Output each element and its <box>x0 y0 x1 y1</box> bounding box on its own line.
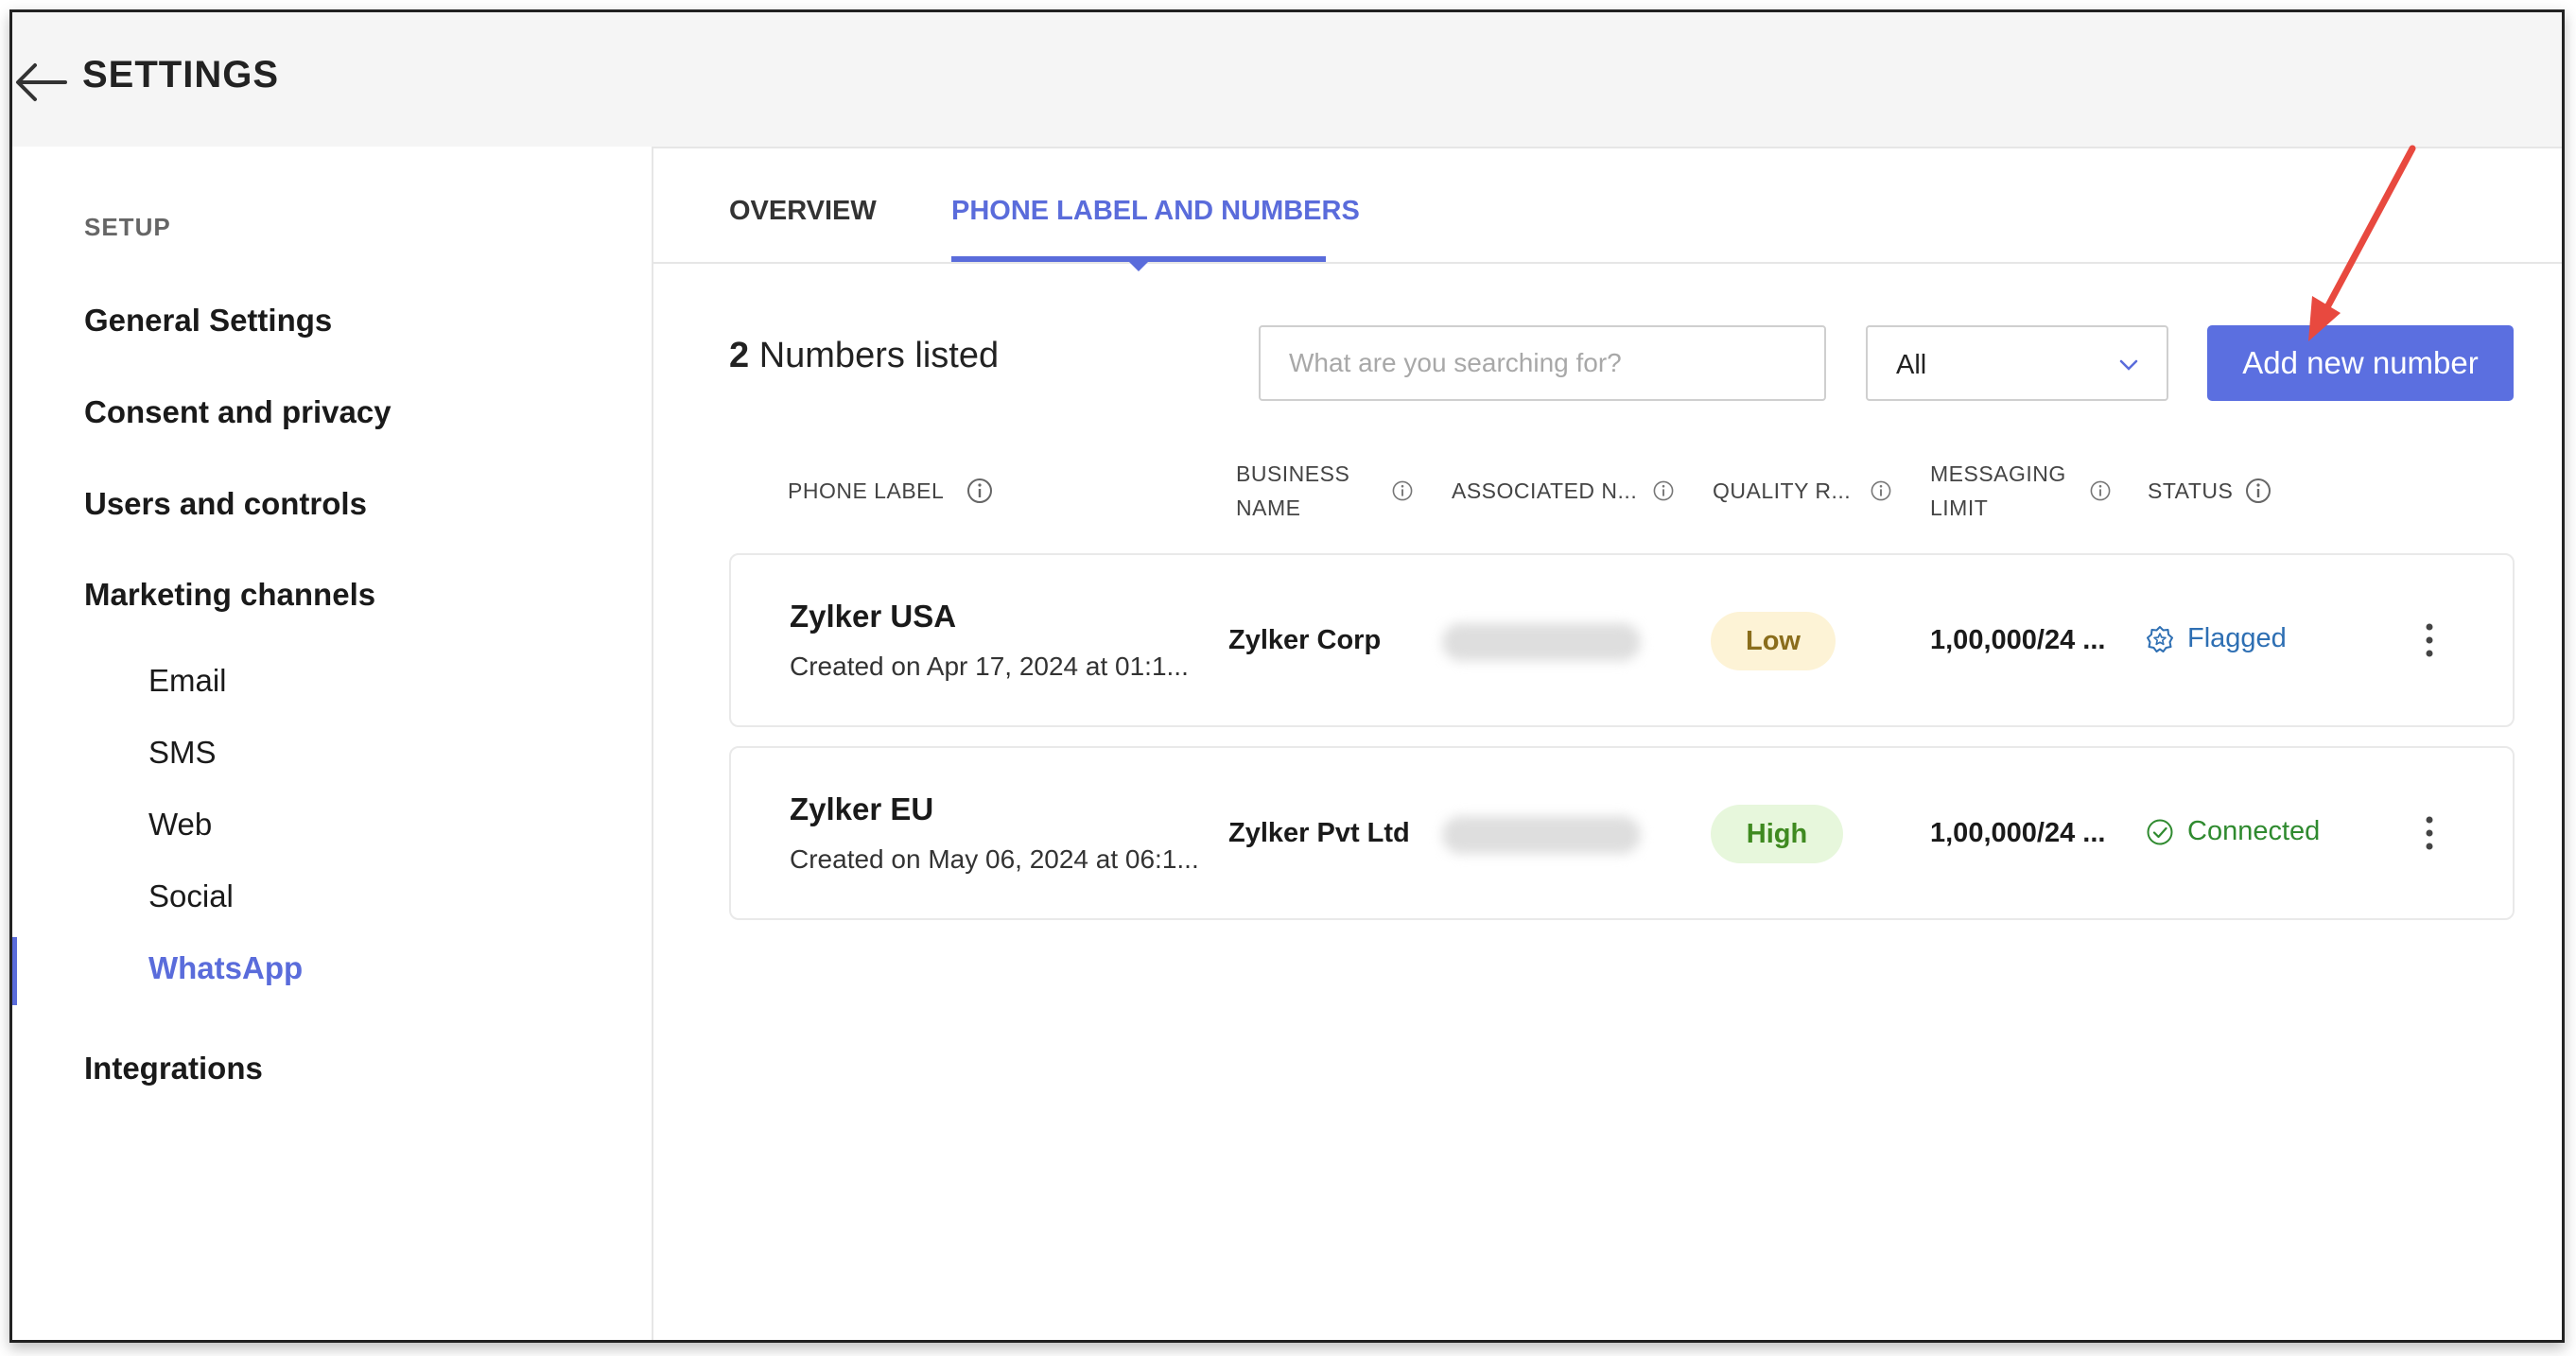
row-business-name: Zylker Pvt Ltd <box>1228 818 1410 848</box>
row-phone-label: Zylker USA <box>790 599 957 634</box>
filter-select[interactable]: All <box>1866 325 2168 401</box>
numbers-count: 2 Numbers listed <box>729 336 999 376</box>
sidebar-subitem-email[interactable]: Email <box>148 663 227 699</box>
col-status: STATUS <box>2148 478 2234 503</box>
page-title: SETTINGS <box>82 54 280 96</box>
info-icon[interactable] <box>1391 479 1414 502</box>
info-icon[interactable] <box>966 477 994 505</box>
sidebar-item-general-settings[interactable]: General Settings <box>84 303 332 339</box>
tab-bar: OVERVIEW PHONE LABEL AND NUMBERS <box>653 147 2562 271</box>
col-messaging-line1: MESSAGING <box>1930 461 2066 486</box>
quality-badge: High <box>1711 805 1843 863</box>
info-icon[interactable] <box>2244 477 2272 505</box>
sidebar-subitem-web[interactable]: Web <box>148 807 212 843</box>
search-input[interactable] <box>1259 325 1826 401</box>
row-created-date: Created on May 06, 2024 at 06:1... <box>790 844 1199 874</box>
quality-badge: Low <box>1711 612 1836 670</box>
tab-active-caret <box>1128 261 1149 271</box>
kebab-icon[interactable] <box>2424 621 2435 659</box>
table-row[interactable]: Zylker EU Created on May 06, 2024 at 06:… <box>729 746 2515 920</box>
table-row[interactable]: Zylker USA Created on Apr 17, 2024 at 01… <box>729 553 2515 727</box>
sidebar-item-consent-privacy[interactable]: Consent and privacy <box>84 394 392 430</box>
sidebar-subitem-social[interactable]: Social <box>148 878 234 914</box>
col-quality-rating: QUALITY R... <box>1713 478 1852 503</box>
arrow-left-icon[interactable] <box>14 56 71 109</box>
status-connected[interactable]: Connected <box>2150 816 2320 847</box>
top-bar: SETTINGS <box>12 12 2562 148</box>
tab-phone-label-numbers[interactable]: PHONE LABEL AND NUMBERS <box>951 196 1360 227</box>
active-indicator <box>12 937 17 1005</box>
sidebar-subitem-whatsapp[interactable]: WhatsApp <box>148 950 303 986</box>
row-associated-number-redacted <box>1442 816 1641 854</box>
count-value: 2 <box>729 336 750 375</box>
kebab-icon[interactable] <box>2424 814 2435 852</box>
sidebar-item-integrations[interactable]: Integrations <box>84 1051 263 1087</box>
row-created-date: Created on Apr 17, 2024 at 01:1... <box>790 652 1189 681</box>
status-label: Connected <box>2187 816 2321 846</box>
sidebar-item-marketing-channels[interactable]: Marketing channels <box>84 577 375 613</box>
row-messaging-limit: 1,00,000/24 ... <box>1930 818 2106 848</box>
count-label: Numbers listed <box>758 336 1000 375</box>
sidebar-subitem-sms[interactable]: SMS <box>148 735 217 771</box>
col-phone-label: PHONE LABEL <box>788 478 945 503</box>
col-business-line1: BUSINESS <box>1236 461 1350 486</box>
info-icon[interactable] <box>2089 479 2112 502</box>
col-business-line2: NAME <box>1236 495 1301 520</box>
sidebar-section-setup: SETUP <box>84 213 171 241</box>
status-flagged[interactable]: Flagged <box>2150 623 2287 654</box>
info-icon[interactable] <box>1870 479 1892 502</box>
tab-overview[interactable]: OVERVIEW <box>729 196 877 227</box>
row-phone-label: Zylker EU <box>790 791 934 826</box>
sidebar-item-users-controls[interactable]: Users and controls <box>84 486 367 522</box>
info-icon[interactable] <box>1652 479 1675 502</box>
status-label: Flagged <box>2187 623 2287 653</box>
col-business-name: BUSINESS NAME <box>1236 457 1349 525</box>
col-messaging-limit: MESSAGING LIMIT <box>1930 457 2066 525</box>
filter-value: All <box>1896 350 1927 380</box>
sidebar: SETUP General Settings Consent and priva… <box>12 147 653 1340</box>
row-messaging-limit: 1,00,000/24 ... <box>1930 625 2106 655</box>
chevron-down-icon <box>2119 359 2138 371</box>
row-business-name: Zylker Corp <box>1228 625 1382 655</box>
col-messaging-line2: LIMIT <box>1930 495 1989 520</box>
row-associated-number-redacted <box>1442 623 1641 661</box>
col-associated-number: ASSOCIATED N... <box>1452 478 1638 503</box>
app-window: SETTINGS SETUP General Settings Consent … <box>9 9 2565 1343</box>
add-new-number-button[interactable]: Add new number <box>2207 325 2514 401</box>
main-content: OVERVIEW PHONE LABEL AND NUMBERS 2 Numbe… <box>653 147 2562 1340</box>
